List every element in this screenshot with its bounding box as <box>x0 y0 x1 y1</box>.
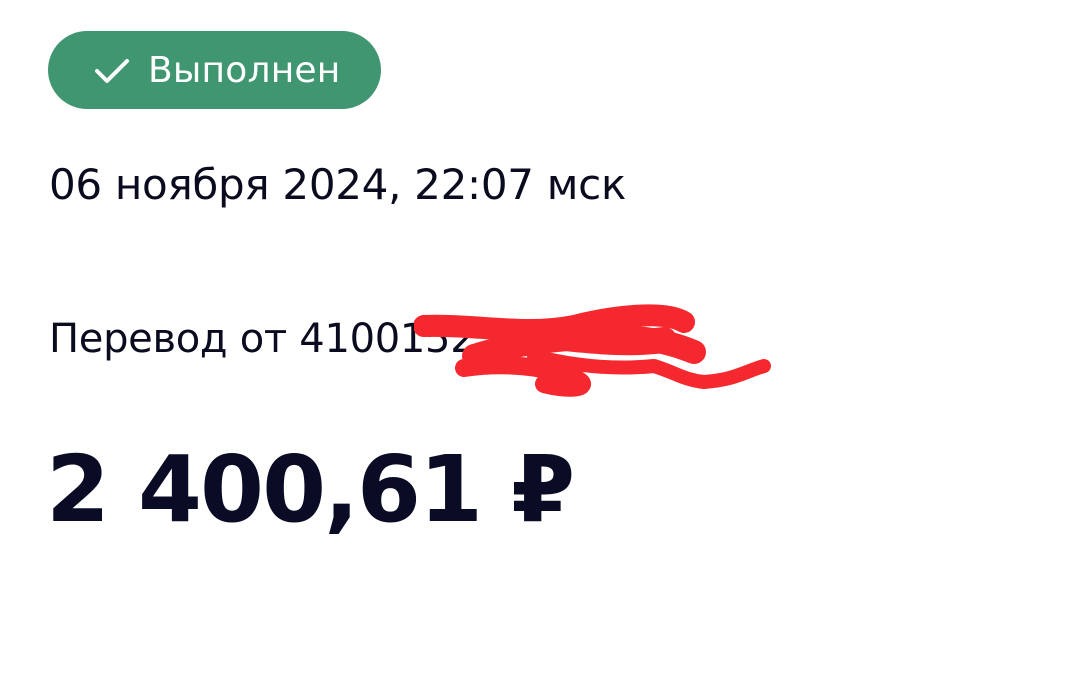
status-badge: Выполнен <box>48 31 381 109</box>
operation-datetime: 06 ноября 2024, 22:07 мск <box>49 160 627 209</box>
status-label: Выполнен <box>148 49 341 91</box>
redaction-scribble <box>414 304 771 397</box>
amount: 2 400,61 ₽ <box>46 436 575 543</box>
transfer-source: Перевод от 4100152 <box>49 316 476 362</box>
check-icon <box>92 50 132 90</box>
